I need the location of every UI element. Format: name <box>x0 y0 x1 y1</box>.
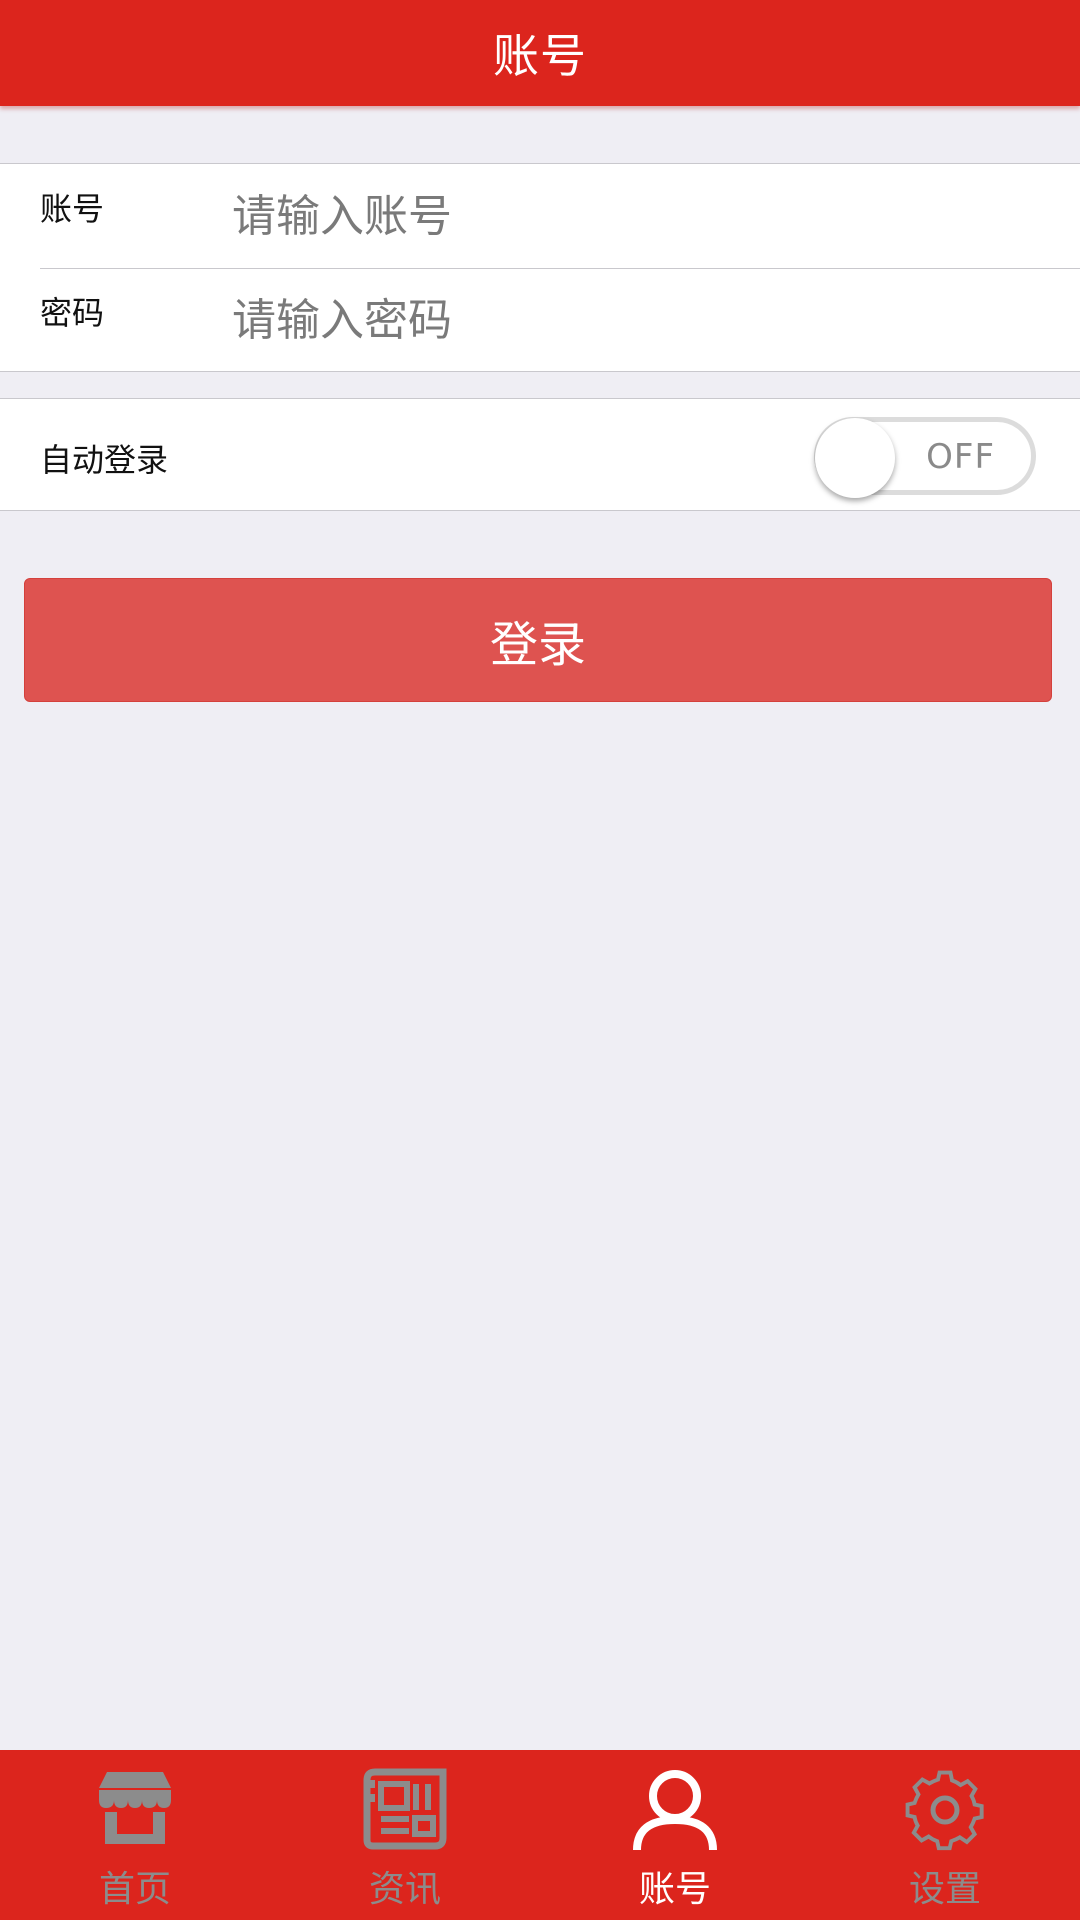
account-label: 账号 <box>40 190 105 228</box>
tab-settings[interactable]: 设置 <box>810 1750 1080 1920</box>
tab-label-news: 资讯 <box>368 1869 441 1910</box>
tab-label-account: 账号 <box>638 1869 711 1910</box>
password-input[interactable] <box>232 290 1052 350</box>
header-bar: 账号 <box>0 0 1080 106</box>
page-title: 账号 <box>493 29 587 83</box>
auto-login-row: 自动登录 OFF <box>0 398 1080 511</box>
gear-icon <box>905 1770 984 1851</box>
bottom-tab-bar: 首页 资讯 账号 设置 <box>0 1750 1080 1920</box>
login-button[interactable]: 登录 <box>24 578 1052 702</box>
app-root: 账号 账号 密码 自动登录 OFF 登录 首页 <box>0 0 1080 1920</box>
password-label: 密码 <box>40 294 105 332</box>
newspaper-icon <box>363 1768 447 1850</box>
toggle-state-text: OFF <box>926 437 995 477</box>
password-row: 密码 <box>0 268 1080 372</box>
auto-login-toggle[interactable]: OFF <box>814 417 1036 498</box>
account-row: 账号 <box>0 164 1080 268</box>
account-input[interactable] <box>232 186 1052 246</box>
tab-account[interactable]: 账号 <box>540 1750 810 1920</box>
store-icon <box>99 1772 171 1844</box>
user-icon <box>633 1770 717 1851</box>
credentials-group: 账号 密码 <box>0 163 1080 372</box>
auto-login-label: 自动登录 <box>40 441 169 479</box>
toggle-knob <box>815 418 895 498</box>
tab-label-home: 首页 <box>98 1869 171 1910</box>
tab-home[interactable]: 首页 <box>0 1750 270 1920</box>
tab-label-settings: 设置 <box>908 1869 981 1910</box>
tab-news[interactable]: 资讯 <box>270 1750 540 1920</box>
